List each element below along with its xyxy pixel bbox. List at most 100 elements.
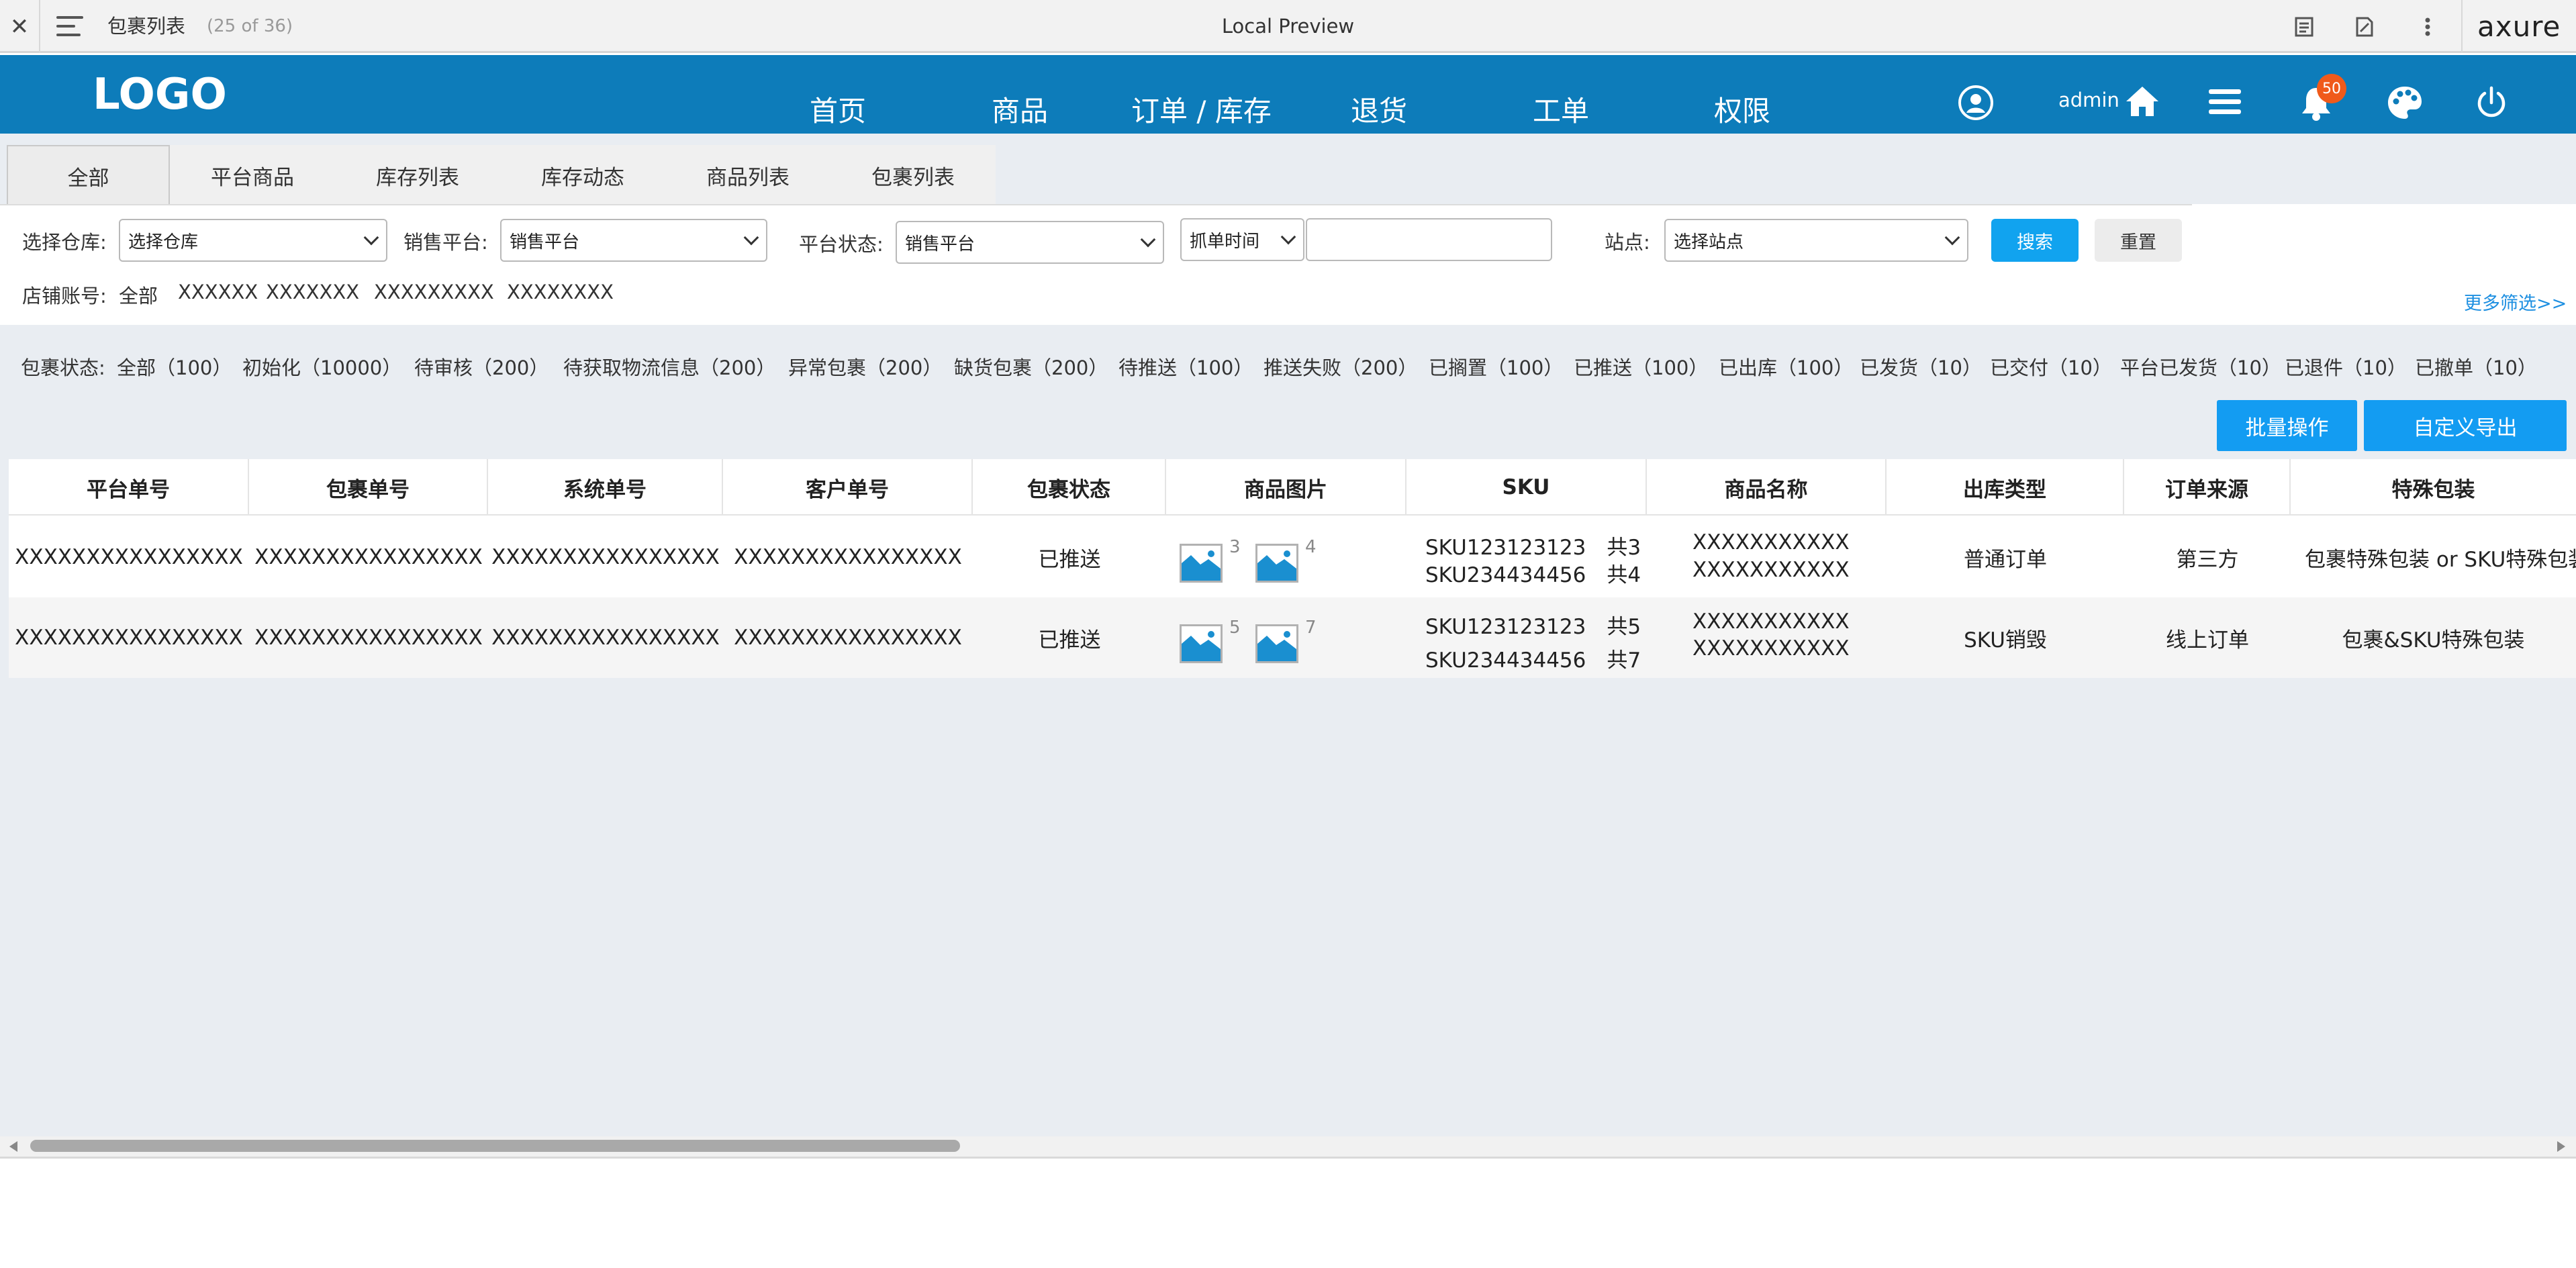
table-row[interactable]: XXXXXXXXXXXXXXXX XXXXXXXXXXXXXXXX XXXXXX… — [9, 517, 2576, 597]
close-icon[interactable]: ✕ — [0, 0, 40, 53]
column-header: 商品图片 — [1166, 459, 1406, 516]
image-icon[interactable] — [1255, 544, 1298, 583]
status-filter-item[interactable]: 已撤单（10） — [2415, 352, 2537, 381]
column-header: SKU — [1406, 459, 1647, 516]
more-vertical-icon[interactable] — [2414, 13, 2441, 40]
status-filter-item[interactable]: 已出库（100） — [1719, 352, 1853, 381]
column-header: 订单来源 — [2124, 459, 2291, 516]
nav-orders-inventory[interactable]: 订单 / 库存 — [1131, 89, 1272, 130]
column-header: 平台单号 — [9, 459, 249, 516]
warehouse-select[interactable]: 选择仓库 — [119, 219, 387, 262]
tab-all[interactable]: 全部 — [7, 145, 170, 205]
nav-products[interactable]: 商品 — [992, 89, 1048, 130]
status-filter-item[interactable]: 待获取物流信息（200） — [563, 352, 775, 381]
scroll-left-icon[interactable] — [9, 1141, 17, 1152]
account-option[interactable]: XXXXXXX — [266, 281, 359, 303]
horizontal-scrollbar[interactable] — [0, 1136, 2576, 1157]
outbound-type-cell: 普通订单 — [1964, 547, 2047, 572]
nav-home[interactable]: 首页 — [810, 89, 866, 130]
page-bottom-divider — [0, 1157, 2576, 1159]
reset-button[interactable]: 重置 — [2095, 219, 2182, 262]
status-filter-item[interactable]: 已退件（10） — [2285, 352, 2407, 381]
export-icon[interactable] — [2351, 13, 2378, 40]
status-filter-item[interactable]: 已搁置（100） — [1429, 352, 1563, 381]
palette-icon[interactable] — [2385, 83, 2425, 122]
platform-status-select-value: 销售平台 — [905, 234, 975, 254]
search-button[interactable]: 搜索 — [1991, 219, 2079, 262]
image-icon[interactable] — [1180, 544, 1223, 583]
table-row[interactable]: XXXXXXXXXXXXXXXX XXXXXXXXXXXXXXXX XXXXXX… — [9, 597, 2576, 678]
image-count: 5 — [1229, 618, 1241, 638]
status-filter-item[interactable]: 已交付（10） — [1990, 352, 2112, 381]
tab-inventory-activity[interactable]: 库存动态 — [500, 145, 665, 205]
tab-inventory-list[interactable]: 库存列表 — [335, 145, 500, 205]
platform-select[interactable]: 销售平台 — [500, 219, 767, 262]
account-option[interactable]: XXXXXXXXX — [374, 281, 494, 303]
list-icon[interactable] — [2206, 85, 2244, 119]
notes-icon[interactable] — [2291, 13, 2318, 40]
fetch-time-input[interactable] — [1306, 218, 1552, 261]
custom-export-button[interactable]: 自定义导出 — [2364, 400, 2567, 451]
more-filters-link[interactable]: 更多筛选>> — [2464, 289, 2567, 315]
column-header: 包裹单号 — [249, 459, 488, 516]
platform-status-select[interactable]: 销售平台 — [896, 221, 1164, 264]
status-filter-item[interactable]: 初始化（10000） — [242, 352, 401, 381]
tab-platform-products[interactable]: 平台商品 — [170, 145, 335, 205]
account-option[interactable]: XXXXXX — [178, 281, 258, 303]
menu-icon[interactable] — [56, 15, 83, 38]
column-header: 客户单号 — [723, 459, 973, 516]
status-cell: 已推送 — [1038, 628, 1101, 652]
image-count: 7 — [1305, 618, 1317, 638]
system-no-cell: XXXXXXXXXXXXXXXX — [491, 545, 720, 569]
chevron-down-icon — [1944, 230, 1960, 246]
chevron-down-icon — [1280, 229, 1296, 245]
status-filter-item[interactable]: 待审核（200） — [414, 352, 548, 381]
status-cell: 已推送 — [1038, 547, 1101, 572]
status-filter-item[interactable]: 推送失败（200） — [1263, 352, 1417, 381]
platform-no-cell: XXXXXXXXXXXXXXXX — [15, 545, 243, 569]
image-icon[interactable] — [1255, 624, 1298, 663]
image-icon[interactable] — [1180, 624, 1223, 663]
nav-tickets[interactable]: 工单 — [1533, 89, 1589, 130]
site-label: 站点: — [1605, 231, 1650, 254]
account-option[interactable]: XXXXXXXX — [507, 281, 614, 303]
chevron-down-icon — [743, 230, 759, 246]
product-name-line: XXXXXXXXXXX — [1692, 636, 1850, 661]
warehouse-select-value: 选择仓库 — [128, 232, 199, 252]
warehouse-label: 选择仓库: — [22, 231, 107, 254]
admin-username[interactable]: admin — [2058, 89, 2119, 111]
sku-line: SKU234434456 共4 — [1425, 563, 1641, 587]
scroll-right-icon[interactable] — [2557, 1141, 2565, 1152]
system-no-cell: XXXXXXXXXXXXXXXX — [491, 626, 720, 650]
fetch-time-select-value: 抓单时间 — [1190, 231, 1260, 252]
status-filter-item[interactable]: 全部（100） — [117, 352, 232, 381]
status-filter-item[interactable]: 已发货（10） — [1860, 352, 1982, 381]
nav-returns[interactable]: 退货 — [1351, 89, 1407, 130]
status-filter-item[interactable]: 待推送（100） — [1118, 352, 1253, 381]
status-filter-item[interactable]: 缺货包裹（200） — [954, 352, 1108, 381]
scrollbar-thumb[interactable] — [30, 1140, 960, 1152]
power-icon[interactable] — [2472, 83, 2511, 122]
nav-permissions[interactable]: 权限 — [1714, 89, 1770, 130]
fetch-time-select[interactable]: 抓单时间 — [1180, 218, 1304, 261]
site-select[interactable]: 选择站点 — [1664, 219, 1968, 262]
status-filter-item[interactable]: 平台已发货（10） — [2120, 352, 2281, 381]
special-packaging-cell: 包裹特殊包装 or SKU特殊包装 — [2305, 547, 2576, 572]
user-icon[interactable] — [1956, 83, 1995, 122]
order-source-cell: 第三方 — [2176, 547, 2239, 572]
image-count: 3 — [1229, 537, 1241, 557]
package-table: 平台单号 包裹单号 系统单号 客户单号 包裹状态 商品图片 SKU 商品名称 出… — [9, 459, 2576, 678]
column-header: 出库类型 — [1887, 459, 2124, 516]
home-icon[interactable] — [2123, 82, 2162, 121]
table-header-row: 平台单号 包裹单号 系统单号 客户单号 包裹状态 商品图片 SKU 商品名称 出… — [9, 459, 2576, 516]
tab-product-list[interactable]: 商品列表 — [665, 145, 830, 205]
page-count: (25 of 36) — [207, 16, 293, 36]
tab-package-list[interactable]: 包裹列表 — [830, 145, 996, 205]
status-filter-item[interactable]: 异常包裹（200） — [788, 352, 942, 381]
sku-line: SKU123123123 共3 — [1425, 536, 1641, 560]
status-filter-item[interactable]: 已推送（100） — [1574, 352, 1708, 381]
account-option-all[interactable]: 全部 — [119, 281, 158, 309]
package-no-cell: XXXXXXXXXXXXXXXX — [254, 545, 483, 569]
batch-operation-button[interactable]: 批量操作 — [2217, 400, 2357, 451]
logo[interactable]: LOGO — [93, 70, 227, 119]
